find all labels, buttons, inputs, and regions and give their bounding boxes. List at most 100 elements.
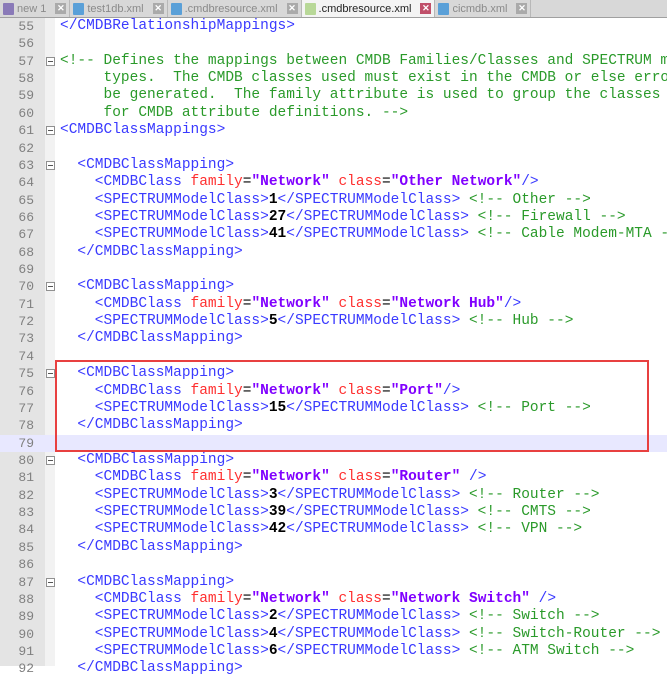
fold-toggle-icon[interactable] bbox=[46, 456, 55, 465]
token: class bbox=[329, 295, 382, 312]
code-text: for CMDB attribute definitions. --> bbox=[60, 105, 409, 122]
token: <!-- Switch-Router --> bbox=[460, 625, 661, 642]
line-number: 82 bbox=[18, 487, 34, 503]
code-text: be generated. The family attribute is us… bbox=[60, 87, 667, 104]
token: <SPECTRUMModelClass> bbox=[60, 313, 269, 330]
token: "Network" bbox=[251, 469, 330, 486]
line-number: 71 bbox=[18, 296, 34, 312]
token: <!-- Firewall --> bbox=[468, 208, 626, 225]
token: "Router" bbox=[390, 469, 461, 486]
code-text: <CMDBClassMapping> bbox=[60, 452, 234, 469]
code-line: 67 <SPECTRUMModelClass>41</SPECTRUMModel… bbox=[0, 226, 667, 243]
tab-label: .cmdbresource.xml bbox=[318, 2, 412, 15]
fold-toggle-icon[interactable] bbox=[46, 369, 55, 379]
token: </SPECTRUMModelClass> bbox=[277, 313, 461, 330]
token: types. The CMDB classes used must exist … bbox=[60, 70, 667, 87]
tab-5[interactable]: cicmdb.xml ✕ bbox=[435, 0, 532, 17]
close-tab-icon[interactable]: ✕ bbox=[420, 3, 432, 14]
fold-toggle-icon[interactable] bbox=[46, 126, 55, 136]
token: family bbox=[181, 295, 243, 312]
tab-3[interactable]: .cmdbresource.xml ✕ bbox=[168, 0, 302, 17]
fold-toggle-icon[interactable] bbox=[46, 160, 55, 170]
token: <!-- Hub --> bbox=[460, 313, 574, 330]
token: <CMDBClassMapping> bbox=[60, 452, 235, 468]
line-number: 60 bbox=[18, 105, 34, 121]
code-line: 70 <CMDBClassMapping> bbox=[0, 278, 667, 295]
code-line: 86 bbox=[0, 556, 667, 573]
token: <CMDBClass bbox=[60, 295, 182, 312]
close-tab-icon[interactable]: ✕ bbox=[286, 3, 298, 14]
code-text: <!-- Defines the mappings between CMDB F… bbox=[60, 53, 667, 70]
token: 41 bbox=[268, 226, 287, 243]
code-text: <SPECTRUMModelClass>3</SPECTRUMModelClas… bbox=[60, 487, 600, 504]
tab-2[interactable]: test1db.xml ✕ bbox=[70, 0, 168, 17]
fold-toggle-icon[interactable] bbox=[46, 577, 55, 587]
line-number: 88 bbox=[18, 591, 34, 607]
token: <CMDBClassMapping> bbox=[60, 156, 235, 173]
code-line: 60 for CMDB attribute definitions. --> bbox=[0, 105, 667, 122]
token: = bbox=[382, 174, 391, 191]
tab-label: cicmdb.xml bbox=[452, 2, 508, 15]
token: </CMDBClassMapping> bbox=[60, 330, 243, 347]
token: <CMDBClass bbox=[60, 469, 182, 486]
line-number: 76 bbox=[18, 383, 34, 399]
token: <CMDBClassMappings> bbox=[60, 122, 226, 139]
code-text: <CMDBClass family="Network" class="Netwo… bbox=[60, 591, 556, 608]
file-save-icon bbox=[170, 2, 182, 15]
line-number: 62 bbox=[18, 140, 34, 156]
line-number: 90 bbox=[18, 626, 34, 642]
close-tab-icon[interactable]: ✕ bbox=[152, 3, 164, 14]
token: <SPECTRUMModelClass> bbox=[60, 191, 269, 208]
code-line: 56 bbox=[0, 35, 667, 52]
line-number: 65 bbox=[18, 192, 34, 208]
highlight-box bbox=[55, 360, 649, 452]
code-line: 65 <SPECTRUMModelClass>1</SPECTRUMModelC… bbox=[0, 192, 667, 209]
token: /> bbox=[460, 469, 487, 486]
token: 27 bbox=[268, 208, 287, 225]
code-line: 91 <SPECTRUMModelClass>6</SPECTRUMModelC… bbox=[0, 643, 667, 660]
token: </CMDBRelationshipMappings> bbox=[60, 18, 295, 34]
tab-4[interactable]: .cmdbresource.xml ✕ bbox=[301, 0, 436, 17]
line-number: 68 bbox=[18, 244, 34, 260]
code-line: 61 <CMDBClassMappings> bbox=[0, 122, 667, 139]
code-text: <CMDBClassMapping> bbox=[60, 278, 234, 295]
fold-toggle-icon[interactable] bbox=[46, 282, 55, 292]
code-text: <SPECTRUMModelClass>2</SPECTRUMModelClas… bbox=[60, 608, 600, 625]
code-line: 82 <SPECTRUMModelClass>3</SPECTRUMModelC… bbox=[0, 487, 667, 504]
close-tab-icon[interactable]: ✕ bbox=[516, 3, 528, 14]
token: </SPECTRUMModelClass> bbox=[286, 504, 469, 521]
code-line: 63 <CMDBClassMapping> bbox=[0, 157, 667, 174]
token: family bbox=[181, 174, 243, 191]
code-line: 80 <CMDBClassMapping> bbox=[0, 452, 667, 469]
token: = bbox=[382, 295, 391, 312]
token: <CMDBClassMapping> bbox=[60, 278, 235, 295]
code-editor[interactable]: 55 </CMDBRelationshipMappings> 56 57 <!-- De… bbox=[0, 18, 667, 676]
file-save-icon bbox=[3, 2, 14, 15]
fold-toggle-icon[interactable] bbox=[46, 56, 55, 66]
tab-1[interactable]: new 1 ✕ bbox=[0, 0, 71, 17]
line-number: 74 bbox=[18, 348, 34, 364]
line-number: 75 bbox=[18, 366, 34, 382]
token: = bbox=[382, 590, 391, 607]
code-line: 83 <SPECTRUMModelClass>39</SPECTRUMModel… bbox=[0, 504, 667, 521]
tab-bar: new 1 ✕ test1db.xml ✕ .cmdbresource.xml ✕ .cmd… bbox=[0, 0, 667, 18]
token: 4 bbox=[268, 625, 278, 642]
line-number: 77 bbox=[18, 400, 34, 416]
code-text: <CMDBClass family="Network" class="Netwo… bbox=[60, 296, 521, 313]
code-line: 69 bbox=[0, 261, 667, 278]
code-line: 89 <SPECTRUMModelClass>2</SPECTRUMModelC… bbox=[0, 608, 667, 625]
file-save-icon bbox=[304, 2, 316, 15]
code-line: 88 <CMDBClass family="Network" class="Ne… bbox=[0, 591, 667, 608]
line-number: 91 bbox=[18, 643, 34, 659]
token: </SPECTRUMModelClass> bbox=[277, 625, 461, 642]
code-line: 62 bbox=[0, 140, 667, 157]
line-number: 67 bbox=[18, 227, 34, 243]
code-line: 71 <CMDBClass family="Network" class="Ne… bbox=[0, 296, 667, 313]
token: <SPECTRUMModelClass> bbox=[60, 521, 269, 538]
token: </CMDBClassMapping> bbox=[60, 538, 243, 555]
code-line: 81 <CMDBClass family="Network" class="Ro… bbox=[0, 469, 667, 486]
token: "Network Switch" bbox=[390, 590, 530, 607]
token: 39 bbox=[268, 504, 287, 521]
close-tab-icon[interactable]: ✕ bbox=[55, 3, 67, 14]
code-line: 92 </CMDBClassMapping> bbox=[0, 660, 667, 677]
